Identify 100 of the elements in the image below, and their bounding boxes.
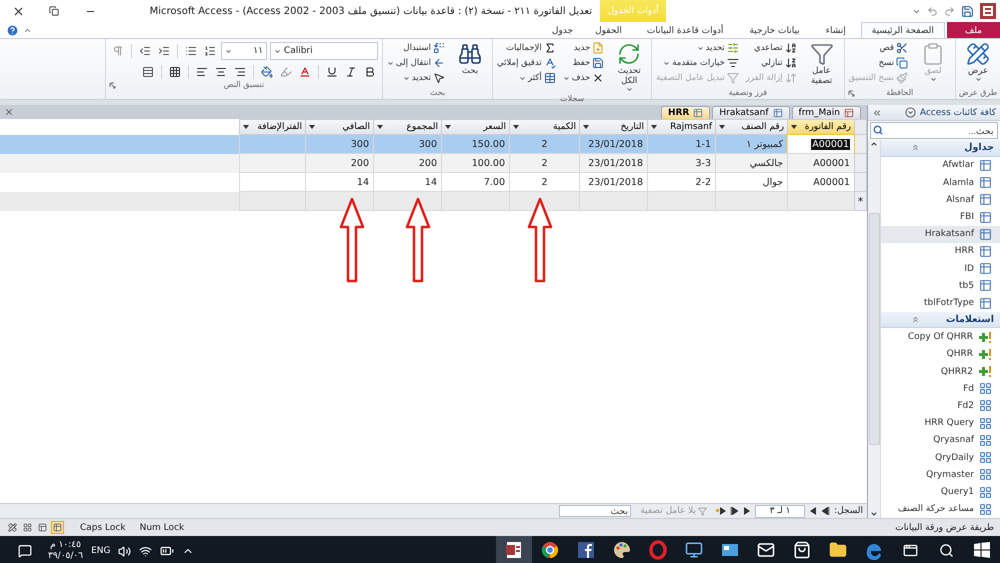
ribbon-button[interactable]: قص: [848, 41, 909, 55]
ribbon-button[interactable]: تدقيق إملائي: [496, 56, 557, 70]
column-header[interactable]: رقم الصنف: [715, 119, 787, 135]
scroll-up-icon[interactable]: [870, 140, 878, 148]
document-tab[interactable]: Hrakatsanf: [712, 106, 790, 119]
nav-item[interactable]: HRR Query: [881, 414, 1000, 432]
column-header[interactable]: Rajmsanf: [647, 119, 715, 135]
record-position-field[interactable]: ١ لـ ٣: [755, 504, 806, 518]
clock-date[interactable]: ٣٩/٠٥/٠٦: [48, 551, 84, 562]
app-logo-icon[interactable]: [980, 3, 996, 19]
nav-item[interactable]: Alamla: [881, 174, 1000, 192]
caret-icon: [583, 125, 589, 129]
document-tab[interactable]: frm_Main: [792, 106, 861, 119]
dialog-launcher-icon[interactable]: [848, 90, 855, 97]
fill-color-button[interactable]: [258, 64, 275, 80]
taskbar-app[interactable]: [496, 536, 532, 563]
dialog-launcher-icon[interactable]: [108, 82, 116, 89]
font-size-field[interactable]: ١١: [220, 42, 267, 60]
view-button[interactable]: [51, 521, 64, 534]
nav-item[interactable]: HRR: [881, 242, 1000, 260]
clock-time[interactable]: ١٠:٤٥ م: [50, 540, 81, 551]
notifications-icon[interactable]: [18, 544, 32, 558]
group-header[interactable]: جداول: [881, 140, 1000, 157]
nav-item[interactable]: Fd2: [881, 397, 1000, 415]
view-button[interactable]: [36, 521, 49, 534]
pane-menu-icon[interactable]: [904, 107, 916, 118]
column-header[interactable]: الصافي: [305, 119, 373, 135]
ribbon-button[interactable]: بحث: [451, 41, 490, 77]
ribbon-button[interactable]: حذف: [562, 71, 606, 85]
previous-record-button[interactable]: [808, 505, 818, 517]
ribbon-button[interactable]: استبدال: [386, 41, 446, 55]
scissors-icon: [896, 42, 908, 54]
ribbon-button[interactable]: خيارات متقدمة: [655, 56, 740, 70]
column-header[interactable]: المجموع: [373, 119, 441, 135]
help-icon[interactable]: [6, 24, 19, 36]
nav-item[interactable]: QryDaily: [881, 449, 1000, 466]
nav-item[interactable]: QHRR2: [881, 362, 1000, 380]
first-record-button[interactable]: [821, 505, 832, 517]
ribbon-tab[interactable]: الصفحة الرئيسية: [860, 22, 945, 38]
ribbon-button[interactable]: تحديث الكل: [610, 41, 648, 94]
battery-icon[interactable]: [160, 544, 174, 558]
ribbon-button[interactable]: عامل تصفية: [802, 41, 841, 87]
document-tab[interactable]: HRR: [660, 106, 710, 119]
ribbon-tab[interactable]: أدوات قاعدة البيانات: [636, 22, 734, 38]
close-button[interactable]: [4, 107, 14, 117]
next-record-button[interactable]: [742, 505, 752, 517]
nav-item[interactable]: FBI: [881, 208, 1000, 226]
column-header[interactable]: التاريخ: [579, 119, 647, 135]
nav-item[interactable]: مساعد حركة الصنف: [881, 500, 1000, 518]
nav-item[interactable]: ID: [881, 260, 1000, 278]
wifi-icon[interactable]: [139, 544, 152, 558]
view-button[interactable]: [6, 521, 19, 534]
ribbon-button[interactable]: نسخ: [848, 56, 909, 70]
ribbon-tab[interactable]: بيانات خارجية: [738, 22, 811, 38]
ribbon-button[interactable]: انتقال إلى: [386, 56, 446, 70]
nav-item[interactable]: Qryasnaf: [881, 432, 1000, 449]
ribbon-button[interactable]: أكثر: [496, 71, 557, 85]
last-record-button[interactable]: [729, 505, 740, 517]
nav-item[interactable]: Copy Of QHRR: [881, 328, 1000, 346]
ribbon-tab[interactable]: جدول: [542, 22, 584, 38]
volume-icon[interactable]: [118, 544, 132, 558]
nav-item[interactable]: Alsnaf: [881, 191, 1000, 208]
save-icon[interactable]: [961, 4, 974, 18]
nav-item[interactable]: tb5: [881, 277, 1000, 294]
search-field[interactable]: بحث...: [870, 122, 998, 139]
ribbon-button[interactable]: تحديد: [386, 71, 446, 85]
column-header[interactable]: الفترالإضافة: [239, 119, 305, 135]
ribbon-tab[interactable]: إنشاء: [814, 22, 857, 38]
scrollbar-thumb[interactable]: [868, 213, 880, 445]
ribbon-tab[interactable]: ملف: [946, 22, 1000, 38]
ribbon-button[interactable]: عرض: [959, 41, 997, 84]
column-header[interactable]: الكمية: [509, 119, 579, 135]
collapse-pane-icon[interactable]: [872, 108, 882, 118]
nav-item[interactable]: Fd: [881, 380, 1000, 398]
nav-item[interactable]: Query1: [881, 483, 1000, 501]
redo-icon[interactable]: [944, 6, 955, 16]
search-field[interactable]: بحث: [559, 505, 632, 517]
ribbon-button[interactable]: تحديد: [655, 41, 740, 55]
font-name-field[interactable]: Calibri: [270, 42, 378, 60]
ribbon-button[interactable]: تصاعدي: [744, 41, 798, 55]
ribbon-tab[interactable]: الحقول: [585, 22, 632, 38]
ribbon-button[interactable]: تنازلي: [744, 56, 798, 70]
group-header[interactable]: استعلامات: [881, 312, 1000, 328]
search-icon[interactable]: [873, 125, 883, 135]
new-record-button[interactable]: [716, 505, 726, 517]
column-header[interactable]: رقم الفاتورة: [787, 119, 854, 135]
nav-item[interactable]: Hrakatsanf: [881, 226, 1000, 243]
nav-item[interactable]: QHRR: [881, 346, 1000, 363]
view-button[interactable]: [21, 521, 34, 534]
scroll-down-icon[interactable]: [870, 510, 878, 518]
nav-item[interactable]: Afwtlar: [881, 156, 1000, 174]
undo-icon[interactable]: [927, 6, 938, 16]
language-indicator[interactable]: ENG: [91, 546, 110, 556]
select-all-cell[interactable]: [854, 119, 867, 135]
nav-item[interactable]: Qrymaster: [881, 466, 1000, 484]
nav-item[interactable]: tblFotrType: [881, 294, 1000, 312]
ribbon-button[interactable]: الإجماليات: [496, 41, 557, 55]
column-header[interactable]: السعر: [441, 119, 509, 135]
ribbon-button[interactable]: جديد: [562, 41, 606, 55]
ribbon-button[interactable]: حفظ: [562, 56, 606, 70]
